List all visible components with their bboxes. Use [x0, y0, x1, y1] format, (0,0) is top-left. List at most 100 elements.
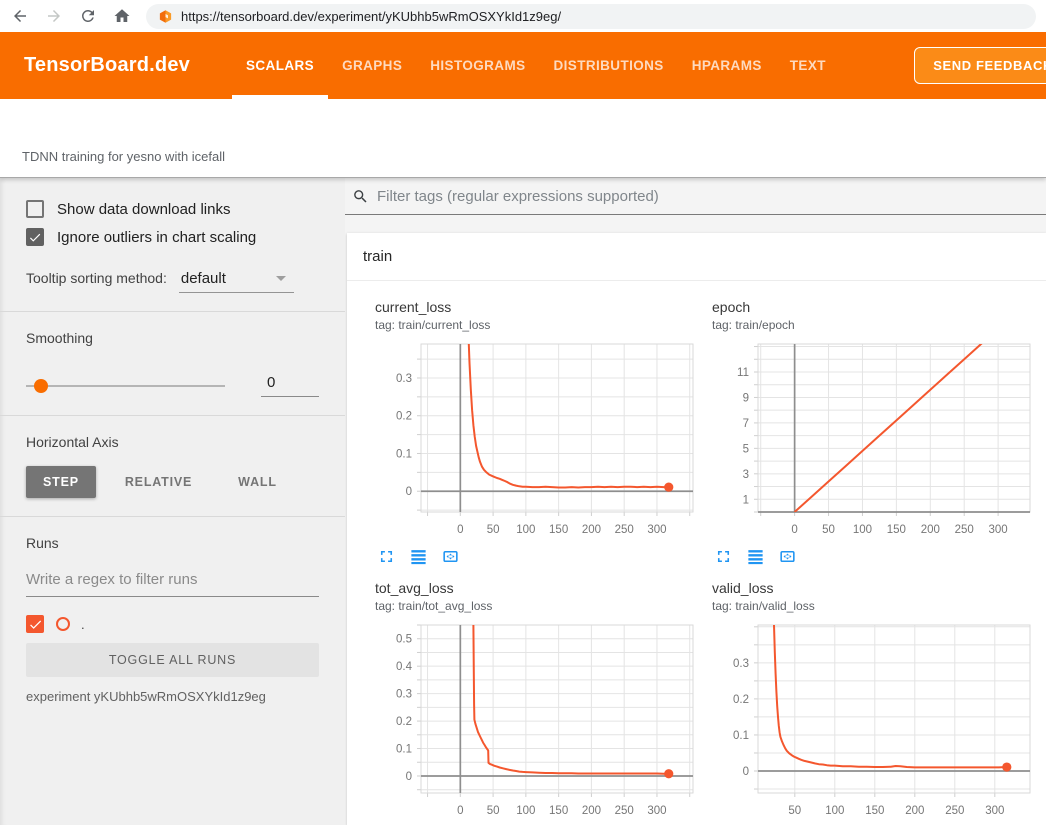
line-chart-current-loss[interactable]: 05010015020025030000.10.20.3	[375, 340, 701, 546]
tab-text[interactable]: TEXT	[776, 32, 840, 99]
slider-thumb[interactable]	[34, 379, 48, 393]
checkbox-label: Ignore outliers in chart scaling	[57, 229, 256, 246]
tooltip-sorting-dropdown[interactable]: default	[179, 270, 294, 293]
tab-graphs[interactable]: GRAPHS	[328, 32, 416, 99]
svg-text:0: 0	[406, 486, 412, 498]
runs-label: Runs	[26, 535, 319, 551]
fit-domain-icon[interactable]	[441, 547, 460, 566]
smoothing-slider[interactable]	[26, 385, 225, 387]
chart-tag: tag: train/valid_loss	[712, 599, 1038, 613]
svg-text:0.2: 0.2	[733, 694, 749, 706]
line-chart-epoch[interactable]: 0501001502002503001357911	[712, 340, 1038, 546]
svg-text:150: 150	[549, 805, 568, 817]
app-header: TensorBoard.dev SCALARS GRAPHS HISTOGRAM…	[0, 32, 1046, 99]
axis-step-button[interactable]: STEP	[26, 466, 96, 498]
svg-text:300: 300	[985, 805, 1004, 817]
show-download-links-checkbox[interactable]: Show data download links	[26, 200, 319, 218]
chart-title: epoch	[712, 299, 1038, 315]
svg-text:0.3: 0.3	[733, 658, 749, 670]
svg-text:100: 100	[516, 524, 535, 536]
browser-chrome: https://tensorboard.dev/experiment/yKUbh…	[0, 0, 1046, 32]
data-table-icon[interactable]	[746, 547, 765, 566]
tab-hparams[interactable]: HPARAMS	[678, 32, 776, 99]
send-feedback-button[interactable]: SEND FEEDBACK	[914, 47, 1046, 84]
svg-text:50: 50	[788, 805, 801, 817]
svg-text:200: 200	[921, 524, 940, 536]
tab-distributions[interactable]: DISTRIBUTIONS	[540, 32, 678, 99]
tooltip-sorting-value: default	[181, 270, 226, 287]
svg-text:300: 300	[647, 524, 666, 536]
svg-text:100: 100	[516, 805, 535, 817]
toggle-all-runs-button[interactable]: TOGGLE ALL RUNS	[26, 643, 319, 677]
svg-text:0.1: 0.1	[396, 448, 412, 460]
svg-text:50: 50	[822, 524, 835, 536]
svg-text:0.3: 0.3	[396, 373, 412, 385]
svg-text:300: 300	[989, 524, 1008, 536]
svg-text:7: 7	[743, 418, 749, 430]
tensorboard-favicon	[158, 9, 173, 24]
scalars-dashboard: train current_loss tag: train/current_lo…	[345, 178, 1046, 825]
axis-wall-button[interactable]: WALL	[221, 466, 294, 498]
svg-text:50: 50	[487, 524, 500, 536]
train-section-header[interactable]: train	[347, 233, 1046, 281]
svg-text:0.2: 0.2	[396, 411, 412, 423]
experiment-caption: experiment yKUbhb5wRmOSXYkId1z9eg	[26, 689, 319, 704]
svg-text:5: 5	[743, 443, 749, 455]
ignore-outliers-checkbox[interactable]: Ignore outliers in chart scaling	[26, 228, 319, 246]
run-checkbox[interactable]	[26, 615, 44, 633]
chart-tag: tag: train/tot_avg_loss	[375, 599, 706, 613]
search-icon	[352, 188, 369, 205]
svg-text:0.3: 0.3	[396, 689, 412, 701]
svg-text:250: 250	[615, 805, 634, 817]
chart-title: current_loss	[375, 299, 706, 315]
run-row: .	[26, 615, 319, 633]
tooltip-sorting-label: Tooltip sorting method:	[26, 270, 167, 286]
forward-icon[interactable]	[44, 6, 64, 26]
reload-icon[interactable]	[78, 6, 98, 26]
svg-text:200: 200	[582, 524, 601, 536]
svg-text:1: 1	[743, 494, 749, 506]
main-nav: SCALARS GRAPHS HISTOGRAMS DISTRIBUTIONS …	[232, 32, 840, 99]
fit-domain-icon[interactable]	[778, 547, 797, 566]
smoothing-value-input[interactable]: 0	[261, 374, 319, 397]
chart-title: valid_loss	[712, 580, 1038, 596]
svg-text:0: 0	[791, 524, 797, 536]
svg-text:3: 3	[743, 469, 749, 481]
url-bar[interactable]: https://tensorboard.dev/experiment/yKUbh…	[146, 4, 1036, 29]
svg-text:100: 100	[825, 805, 844, 817]
svg-text:200: 200	[905, 805, 924, 817]
svg-text:150: 150	[549, 524, 568, 536]
svg-text:150: 150	[887, 524, 906, 536]
run-color-circle-icon[interactable]	[56, 617, 70, 631]
data-table-icon[interactable]	[409, 547, 428, 566]
svg-text:0: 0	[457, 524, 463, 536]
fullscreen-icon[interactable]	[377, 547, 396, 566]
experiment-subheader: TDNN training for yesno with icefall	[0, 99, 1046, 178]
tag-filter-input[interactable]	[377, 188, 1046, 205]
tab-scalars[interactable]: SCALARS	[232, 32, 328, 99]
chart-title: tot_avg_loss	[375, 580, 706, 596]
axis-relative-button[interactable]: RELATIVE	[108, 466, 209, 498]
smoothing-label: Smoothing	[26, 330, 319, 346]
chart-tag: tag: train/current_loss	[375, 318, 706, 332]
checkbox-icon	[26, 200, 44, 218]
divider	[0, 415, 345, 416]
runs-filter-input[interactable]	[26, 565, 319, 597]
back-icon[interactable]	[10, 6, 30, 26]
fullscreen-icon[interactable]	[714, 547, 733, 566]
svg-text:0: 0	[743, 766, 749, 778]
tab-histograms[interactable]: HISTOGRAMS	[416, 32, 539, 99]
experiment-title: TDNN training for yesno with icefall	[22, 149, 225, 164]
svg-text:0.2: 0.2	[396, 716, 412, 728]
settings-sidebar: Show data download links Ignore outliers…	[0, 178, 345, 825]
line-chart-valid-loss[interactable]: 5010015020025030000.10.20.3	[712, 621, 1038, 825]
line-chart-tot-avg-loss[interactable]: 05010015020025030000.10.20.30.40.5	[375, 621, 701, 825]
checkbox-icon	[26, 228, 44, 246]
url-text: https://tensorboard.dev/experiment/yKUbh…	[181, 9, 561, 24]
svg-text:0: 0	[457, 805, 463, 817]
svg-text:50: 50	[487, 805, 500, 817]
home-icon[interactable]	[112, 6, 132, 26]
svg-text:200: 200	[582, 805, 601, 817]
svg-text:11: 11	[737, 367, 749, 379]
chart-toolbar	[375, 547, 706, 566]
